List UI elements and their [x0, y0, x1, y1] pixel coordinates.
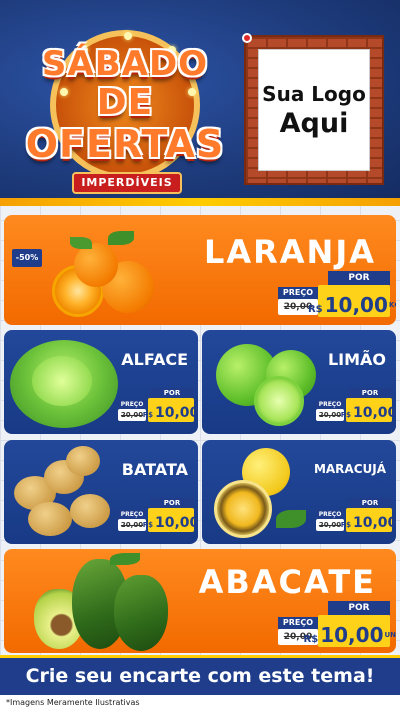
new-price: R$ 10,00	[341, 398, 396, 422]
product-card-abacate[interactable]: ABACATE POR PREÇO 20,00 R$10,00UNID	[4, 549, 396, 653]
title-badge: SÁBADO DE OFERTAS IMPERDÍVEIS	[20, 30, 230, 194]
new-price: R$ 10,00	[341, 508, 396, 532]
logo-text-line1: Sua Logo	[262, 81, 366, 106]
logo-placeholder[interactable]: Sua Logo Aqui	[258, 49, 370, 171]
title-sabado: SÁBADO	[41, 44, 209, 84]
product-name: MARACUJÁ	[313, 462, 386, 476]
product-card-alface[interactable]: ALFACE POR PREÇO 20,00 R$ 10,00	[4, 330, 198, 434]
product-card-maracuja[interactable]: MARACUJÁ POR PREÇO 20,00 R$ 10,00	[202, 440, 396, 544]
price-tag: POR PREÇO 20,00 R$10,00KG	[278, 271, 396, 319]
product-name: ALFACE	[121, 350, 188, 369]
new-price: R$10,00UNID	[304, 615, 396, 647]
price-por-label: POR	[348, 498, 392, 508]
logo-frame: Sua Logo Aqui	[242, 33, 384, 185]
title-de: DE	[96, 82, 154, 123]
price-por-label: POR	[150, 388, 194, 398]
price-tag: POR PREÇO 20,00 R$ 10,00	[118, 388, 198, 424]
footnote: *Imagens Meramente Ilustrativas	[0, 695, 400, 711]
price-tag: POR PREÇO 20,00 R$ 10,00	[316, 498, 396, 534]
price-por-label: POR	[348, 388, 392, 398]
product-name: LARANJA	[203, 233, 376, 271]
footer-cta-banner[interactable]: Crie seu encarte com este tema!	[0, 655, 400, 695]
price-tag: POR PREÇO 20,00 R$10,00UNID	[278, 601, 396, 649]
product-card-laranja[interactable]: -50% LARANJA POR PREÇO 20,00 R$10,00KG	[4, 215, 396, 325]
product-name: LIMÃO	[327, 350, 386, 369]
new-price: R$10,00KG	[308, 285, 396, 317]
price-por-label: POR	[328, 271, 390, 285]
title-ofertas: OFERTAS	[25, 122, 225, 166]
logo-text-line2: Aqui	[279, 107, 349, 139]
new-price: R$ 10,00	[143, 398, 198, 422]
price-tag: POR PREÇO 20,00 R$ 10,00	[118, 498, 198, 534]
pin-icon	[242, 33, 252, 43]
new-price: R$ 10,00	[143, 508, 198, 532]
divider-stripe	[0, 198, 400, 206]
bulb-decoration	[124, 32, 132, 40]
price-tag: POR PREÇO 20,00 R$ 10,00	[316, 388, 396, 424]
ribbon-imperdiveis: IMPERDÍVEIS	[72, 172, 182, 194]
product-name: BATATA	[121, 460, 188, 479]
product-card-limao[interactable]: LIMÃO POR PREÇO 20,00 R$ 10,00	[202, 330, 396, 434]
product-name: ABACATE	[198, 563, 376, 601]
price-por-label: POR	[328, 601, 390, 615]
discount-badge: -50%	[12, 249, 42, 267]
price-por-label: POR	[150, 498, 194, 508]
product-card-batata[interactable]: BATATA POR PREÇO 20,00 R$ 10,00	[4, 440, 198, 544]
